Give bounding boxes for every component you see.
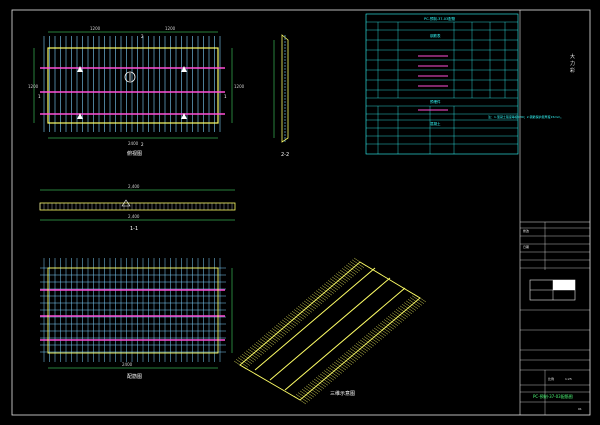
plan-dim-top-a: 1200 <box>90 26 101 31</box>
cad-drawing-sheet: 1200 1200 2400 1200 1200 2 2 1 1 俯视图 2-2… <box>0 0 600 425</box>
tb-date-label: 日期 <box>523 244 529 249</box>
plan-dim-bottom: 2400 <box>128 141 139 146</box>
tb-scale-label: 比例 <box>548 376 554 381</box>
iso-view-label: 三维示意图 <box>330 390 355 397</box>
table-subtitle-c: 混凝土 <box>430 121 441 126</box>
section-11-label: 1-1 <box>130 226 138 232</box>
table-subtitle-b: 预埋件 <box>430 99 441 104</box>
tb-page-number: 01 <box>578 407 582 411</box>
title-block-logo-fill <box>553 280 575 290</box>
tb-revision-label: 修改 <box>523 228 529 233</box>
plan-dim-left: 1200 <box>28 84 39 89</box>
tb-scale-value: 1:25 <box>565 377 572 381</box>
tb-big-label-1: 大 <box>570 53 575 60</box>
plan-dim-right: 1200 <box>234 84 245 89</box>
table-note: 注：1.混凝土强度等级C30；2.钢筋保护层厚度15mm。 <box>488 114 563 119</box>
table-subtitle-a: 钢筋表 <box>430 33 441 38</box>
section-11-dim-top: 2,400 <box>128 184 140 189</box>
tb-drawing-name: PC-预制-37-03配筋图 <box>533 393 573 399</box>
tb-big-label-2: 力 <box>570 60 575 67</box>
plan-dim-top-b: 1200 <box>165 26 176 31</box>
section-22-label: 2-2 <box>281 152 289 158</box>
tb-big-label-3: 彩 <box>570 67 575 74</box>
rebar-plan-dim: 2400 <box>122 362 133 367</box>
plan-view-label: 俯视图 <box>127 150 142 157</box>
table-title: PC-预制-37-03配筋 <box>424 16 456 21</box>
section-11-dim-bottom: 2,400 <box>128 214 140 219</box>
rebar-plan-label: 配筋图 <box>127 373 142 380</box>
